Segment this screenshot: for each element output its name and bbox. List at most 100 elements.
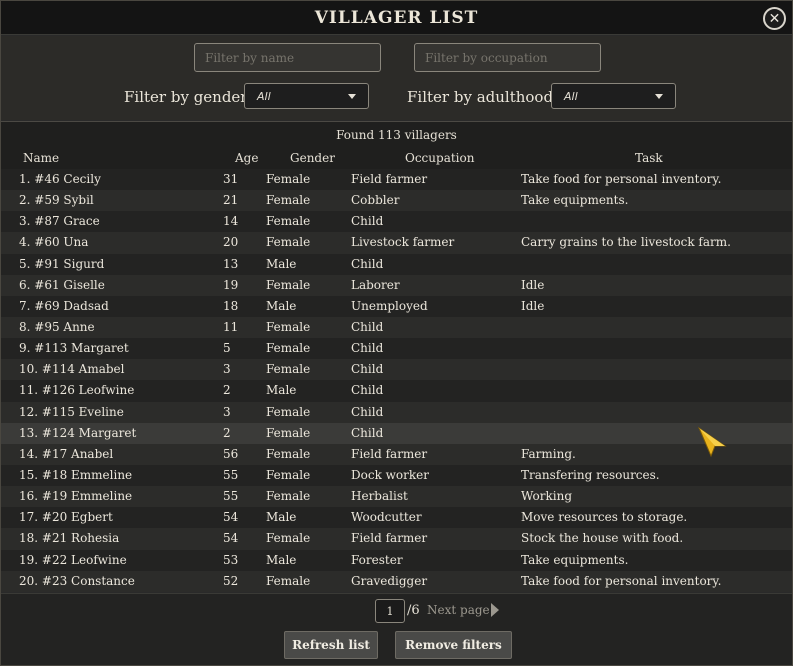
mouse-cursor-icon	[697, 426, 727, 458]
next-arrow-icon[interactable]	[491, 603, 499, 617]
gender-select-value: All	[257, 89, 271, 103]
gender-select[interactable]: All	[244, 83, 369, 109]
cell-occupation: Child	[351, 425, 384, 440]
table-row[interactable]: 2. #59 Sybil 21 Female Cobbler Take equipmen…	[1, 190, 792, 212]
cell-gender: Female	[266, 531, 311, 546]
cell-occupation: Field farmer	[351, 172, 428, 186]
table-row[interactable]: 19. #22 Leofwine 53 Male Forester Take equip…	[1, 549, 792, 571]
cell-name: 19. #22 Leofwine	[19, 552, 127, 567]
page-number-input[interactable]	[375, 599, 405, 623]
cell-age: 54	[223, 531, 239, 546]
cell-name: 5. #91 Sigurd	[19, 256, 105, 271]
cell-task: Transfering resources.	[521, 467, 660, 482]
chevron-down-icon	[655, 94, 663, 99]
cell-occupation: Dock worker	[351, 467, 429, 482]
cell-age: 2	[223, 425, 231, 440]
column-header-name[interactable]: Name	[23, 151, 59, 165]
cell-gender: Female	[266, 489, 311, 504]
cell-name: 2. #59 Sybil	[19, 193, 94, 208]
cell-occupation: Unemployed	[351, 298, 428, 313]
cell-occupation: Forester	[351, 552, 403, 567]
cell-occupation: Herbalist	[351, 489, 408, 504]
next-page-link[interactable]: Next page	[427, 603, 490, 617]
table-row[interactable]: 3. #87 Grace 14 Female Child	[1, 211, 792, 233]
filter-panel: Filter by gender All Filter by adulthood…	[1, 36, 792, 120]
cell-gender: Female	[266, 467, 311, 482]
cell-age: 3	[223, 362, 231, 377]
column-header-age[interactable]: Age	[235, 151, 258, 165]
cell-gender: Female	[266, 425, 311, 440]
table-row[interactable]: 12. #115 Eveline 3 Female Child	[1, 401, 792, 423]
title-bar: VILLAGER LIST ✕	[1, 1, 792, 35]
cell-name: 11. #126 Leofwine	[19, 383, 135, 398]
table-row[interactable]: 11. #126 Leofwine 2 Male Child	[1, 380, 792, 402]
table-header: Name Age Gender Occupation Task	[1, 147, 792, 169]
cell-gender: Male	[266, 383, 297, 398]
cell-age: 21	[223, 193, 239, 208]
cell-gender: Male	[266, 298, 297, 313]
page-total: /6	[407, 603, 420, 618]
table-row[interactable]: 7. #69 Dadsad 18 Male Unemployed Idle	[1, 295, 792, 317]
cell-age: 56	[223, 446, 239, 461]
cell-gender: Male	[266, 552, 297, 567]
cell-occupation: Laborer	[351, 277, 400, 292]
cell-gender: Female	[266, 404, 311, 419]
refresh-list-button[interactable]: Refresh list	[284, 631, 378, 659]
column-header-task[interactable]: Task	[635, 151, 663, 165]
table-row[interactable]: 1. #46 Cecily 31 Female Field farmer Take fo…	[1, 169, 792, 191]
cell-age: 2	[223, 383, 231, 398]
window-title: VILLAGER LIST	[314, 7, 479, 28]
cell-age: 13	[223, 256, 239, 271]
table-row[interactable]: 9. #113 Margaret 5 Female Child	[1, 338, 792, 360]
close-button[interactable]: ✕	[763, 7, 786, 30]
cell-name: 4. #60 Una	[19, 235, 89, 250]
adulthood-filter-label: Filter by adulthood	[407, 88, 554, 106]
cell-occupation: Gravedigger	[351, 573, 428, 588]
villager-list-window: VILLAGER LIST ✕ Filter by gender All Fil…	[0, 0, 793, 666]
cell-occupation: Cobbler	[351, 193, 400, 208]
table-body: 1. #46 Cecily 31 Female Field farmer Take fo…	[1, 169, 792, 592]
close-icon: ✕	[768, 10, 781, 27]
cell-gender: Male	[266, 510, 297, 525]
cell-task: Idle	[521, 298, 545, 313]
cell-gender: Female	[266, 172, 311, 186]
table-row[interactable]: 4. #60 Una 20 Female Livestock farmer Carry …	[1, 232, 792, 254]
table-row[interactable]: 17. #20 Egbert 54 Male Woodcutter Move resou…	[1, 507, 792, 529]
remove-filters-button[interactable]: Remove filters	[395, 631, 512, 659]
cell-task: Carry grains to the livestock farm.	[521, 235, 731, 250]
cell-occupation: Child	[351, 256, 384, 271]
table-row[interactable]: 10. #114 Amabel 3 Female Child	[1, 359, 792, 381]
cell-occupation: Woodcutter	[351, 510, 422, 525]
cell-gender: Female	[266, 277, 311, 292]
cell-task: Take food for personal inventory.	[521, 172, 722, 186]
filter-name-input[interactable]	[194, 43, 381, 72]
adulthood-select[interactable]: All	[551, 83, 676, 109]
cell-occupation: Livestock farmer	[351, 235, 455, 250]
cell-name: 14. #17 Anabel	[19, 446, 114, 461]
table-row[interactable]: 6. #61 Giselle 19 Female Laborer Idle	[1, 274, 792, 296]
cell-gender: Female	[266, 214, 311, 229]
cell-name: 13. #124 Margaret	[19, 425, 137, 440]
table-row[interactable]: 5. #91 Sigurd 13 Male Child	[1, 253, 792, 275]
pagination-bar: /6 Next page Refresh list Remove filters	[1, 593, 792, 665]
table-row[interactable]: 14. #17 Anabel 56 Female Field farmer Farmin…	[1, 443, 792, 465]
cell-age: 54	[223, 510, 239, 525]
table-row[interactable]: 20. #23 Constance 52 Female Gravedigger Take…	[1, 570, 792, 592]
cell-gender: Male	[266, 256, 297, 271]
cell-task: Farming.	[521, 446, 576, 461]
cell-age: 20	[223, 235, 239, 250]
table-row[interactable]: 8. #95 Anne 11 Female Child	[1, 316, 792, 339]
table-row[interactable]: 13. #124 Margaret 2 Female Child	[1, 422, 792, 444]
filter-occupation-input[interactable]	[414, 43, 601, 72]
table-row[interactable]: 15. #18 Emmeline 55 Female Dock worker Trans…	[1, 464, 792, 487]
cell-gender: Female	[266, 446, 311, 461]
cell-name: 3. #87 Grace	[19, 214, 100, 229]
table-row[interactable]: 16. #19 Emmeline 55 Female Herbalist Working	[1, 486, 792, 508]
cell-gender: Female	[266, 193, 311, 208]
table-row[interactable]: 18. #21 Rohesia 54 Female Field farmer Stock…	[1, 528, 792, 550]
cell-name: 10. #114 Amabel	[19, 362, 125, 377]
cell-name: 17. #20 Egbert	[19, 510, 113, 525]
column-header-occupation[interactable]: Occupation	[405, 151, 474, 165]
cell-occupation: Child	[351, 341, 384, 356]
column-header-gender[interactable]: Gender	[290, 151, 335, 165]
